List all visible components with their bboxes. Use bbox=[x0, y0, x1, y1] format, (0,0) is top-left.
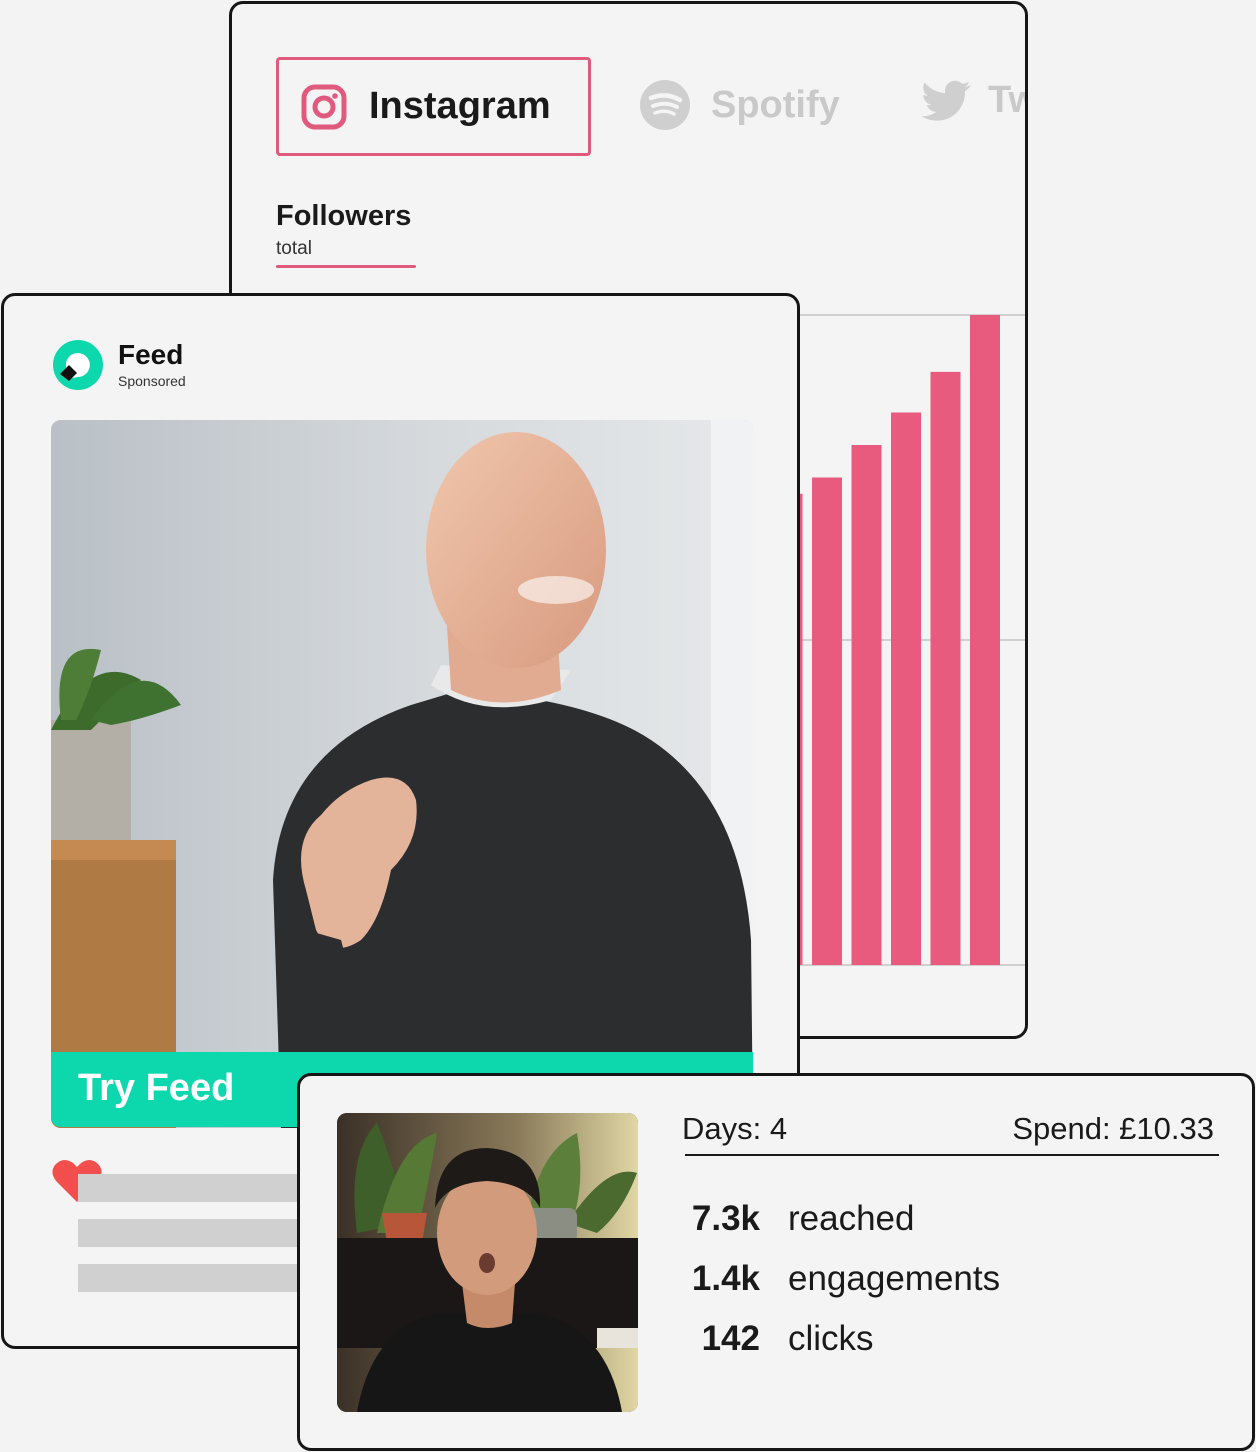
chart-bar bbox=[891, 412, 921, 965]
tab-spotify-label: Spotify bbox=[711, 83, 840, 126]
tab-twitter-label: Tw bbox=[988, 79, 1025, 121]
tab-spotify[interactable]: Spotify bbox=[639, 79, 840, 131]
chart-bar bbox=[970, 315, 1000, 965]
spotify-icon bbox=[640, 80, 690, 130]
spend-label: Spend: £10.33 bbox=[1012, 1111, 1214, 1146]
campaign-video-thumbnail[interactable] bbox=[337, 1113, 638, 1412]
days-label: Days: 4 bbox=[682, 1111, 788, 1146]
feed-logo-icon bbox=[53, 340, 103, 390]
ad-video[interactable] bbox=[51, 420, 753, 1128]
metric-title[interactable]: Followers bbox=[276, 200, 411, 233]
clicks-label: clicks bbox=[788, 1319, 874, 1358]
brand-name: Feed bbox=[118, 339, 184, 370]
campaign-stats-card: Days: 4 Spend: £10.33 7.3k reached 1.4k … bbox=[297, 1073, 1255, 1451]
ad-video-photo bbox=[51, 420, 753, 1128]
twitter-icon bbox=[922, 80, 971, 121]
chart-bar bbox=[851, 445, 882, 965]
tab-twitter[interactable]: Tw bbox=[922, 79, 1025, 122]
campaign-thumbnail-photo bbox=[337, 1113, 638, 1412]
clicks-value: 142 bbox=[701, 1319, 760, 1358]
stats-divider bbox=[685, 1154, 1219, 1156]
chart-bar bbox=[812, 477, 842, 965]
reached-value: 7.3k bbox=[691, 1199, 760, 1238]
chart-bar bbox=[930, 371, 961, 965]
engagements-value: 1.4k bbox=[691, 1259, 760, 1298]
sponsored-label: Sponsored bbox=[118, 373, 186, 389]
instagram-icon bbox=[301, 84, 347, 129]
tab-instagram[interactable]: Instagram bbox=[276, 57, 591, 156]
metric-subtitle: total bbox=[276, 238, 312, 259]
metric-underline bbox=[276, 265, 416, 268]
reached-label: reached bbox=[788, 1199, 915, 1238]
engagements-label: engagements bbox=[788, 1259, 1001, 1298]
tab-instagram-label: Instagram bbox=[369, 85, 551, 127]
